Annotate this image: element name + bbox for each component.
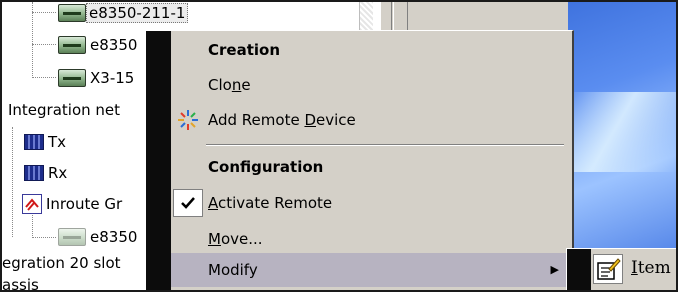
tree-connector xyxy=(32,2,33,78)
submenu-item-item[interactable]: Item xyxy=(591,252,678,286)
menu-header-configuration: Configuration xyxy=(171,150,571,184)
menu-item-label: Activate Remote xyxy=(208,194,333,212)
tree-item-label: Tx xyxy=(48,133,67,151)
tree-connector xyxy=(32,237,56,238)
modify-submenu: Item xyxy=(566,248,678,292)
menu-separator xyxy=(206,144,564,146)
menu-item-move[interactable]: Move... xyxy=(171,222,571,256)
tree-item-label: Inroute Gr xyxy=(46,195,123,213)
tree-connector xyxy=(32,77,56,78)
menu-item-activate-remote[interactable]: Activate Remote xyxy=(171,186,571,220)
menu-item-modify[interactable]: Modify ▶ xyxy=(171,253,571,287)
rx-icon xyxy=(24,165,44,181)
menu-item-label: Add Remote Device xyxy=(208,111,356,129)
edit-item-icon xyxy=(593,254,623,284)
device-icon xyxy=(58,228,86,246)
tree-connector xyxy=(32,44,56,45)
tree-connector xyxy=(32,12,56,13)
menu-header-label: Creation xyxy=(208,41,280,59)
tree-item[interactable]: assis xyxy=(2,274,39,292)
submenu-arrow-icon: ▶ xyxy=(550,263,559,276)
tree-item[interactable]: X3-15 xyxy=(58,67,134,89)
background-highlight xyxy=(566,92,676,172)
menu-gutter xyxy=(146,31,171,292)
menu-item-label: Clone xyxy=(208,76,251,94)
sparkle-icon xyxy=(173,106,203,134)
menu-item-add-remote-device[interactable]: Add Remote Device xyxy=(171,103,571,137)
tree-item-label: assis xyxy=(2,276,39,292)
tree-item-label: Integration net xyxy=(8,101,121,119)
tree-item[interactable]: Integration net xyxy=(8,99,120,121)
menu-item-label: Modify xyxy=(208,261,258,279)
screenshot-root: e8350-211-1 e8350 X3-15 Integration net … xyxy=(0,0,678,292)
device-icon xyxy=(58,69,86,87)
menu-gutter xyxy=(567,249,591,292)
tree-item[interactable]: Inroute Gr xyxy=(22,193,122,215)
tree-item[interactable]: e8350 xyxy=(58,34,137,56)
tree-item-label: e8350 xyxy=(90,228,138,246)
context-menu: Creation Clone Add Remote Device Configu… xyxy=(145,30,574,292)
menu-item-label: Move... xyxy=(208,230,263,248)
tree-connector xyxy=(12,127,13,237)
tree-item-label: e8350-211-1 xyxy=(86,3,189,23)
tree-item[interactable]: e8350-211-1 xyxy=(58,2,189,24)
device-icon xyxy=(58,4,86,22)
menu-header-creation: Creation xyxy=(171,33,571,67)
tree-item[interactable]: Tx X xyxy=(24,131,158,153)
inroute-group-icon xyxy=(22,194,42,214)
submenu-item-label: Item xyxy=(631,258,671,278)
device-icon xyxy=(58,36,86,54)
tree-item[interactable]: egration 20 slot xyxy=(2,252,121,274)
tree-item-label: e8350 xyxy=(90,36,138,54)
menu-item-clone[interactable]: Clone xyxy=(171,68,571,102)
checkmark-icon xyxy=(173,189,203,217)
menu-header-label: Configuration xyxy=(208,158,324,176)
tree-item-label: X3-15 xyxy=(90,69,135,87)
tree-item-label: egration 20 slot xyxy=(2,254,121,272)
tree-item[interactable]: Rx M xyxy=(24,162,161,184)
tx-icon xyxy=(24,134,44,150)
tree-item[interactable]: e8350 xyxy=(58,226,137,248)
tree-item-label: Rx xyxy=(48,164,68,182)
